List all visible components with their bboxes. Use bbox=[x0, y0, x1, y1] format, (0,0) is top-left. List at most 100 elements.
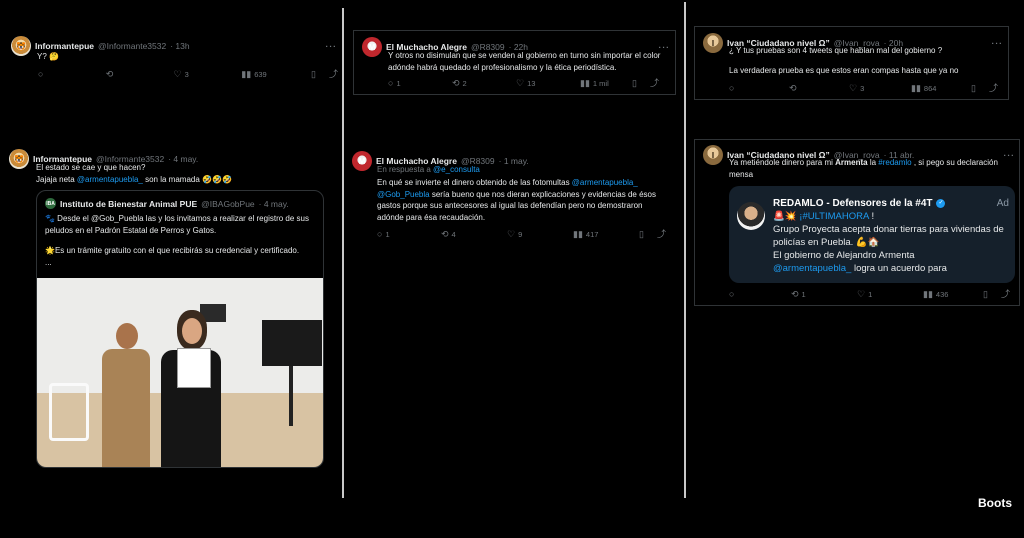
column-divider-left bbox=[342, 8, 344, 498]
ad-title[interactable]: REDAMLO - Defensores de la #4T bbox=[773, 198, 932, 209]
avatar[interactable]: 🐯 bbox=[11, 36, 31, 56]
bookmark-icon: ▯ bbox=[639, 229, 644, 239]
retweet-icon: ⟲ bbox=[791, 289, 799, 299]
reply-button[interactable]: ○ 1 bbox=[377, 230, 441, 240]
like-button[interactable]: ♡ 13 bbox=[516, 78, 580, 89]
verified-badge-icon: ✓ bbox=[936, 199, 946, 208]
ad-avatar[interactable] bbox=[737, 202, 765, 230]
heart-icon: ♡ bbox=[173, 69, 182, 79]
bookmark-icon: ▯ bbox=[311, 69, 316, 79]
bookmark-icon: ▯ bbox=[983, 289, 988, 299]
share-icon: ⤴ bbox=[989, 83, 999, 93]
views-button[interactable]: ▮▮ 1 mil bbox=[580, 78, 632, 89]
author-handle[interactable]: @IBAGobPue bbox=[201, 199, 255, 209]
views-button[interactable]: ▮▮ 639 bbox=[241, 69, 311, 80]
tweet-card[interactable]: M El Muchacho Alegre @R8309 · 1 may. En … bbox=[346, 143, 676, 247]
chart-icon: ▮▮ bbox=[923, 289, 933, 299]
tweet-time[interactable]: · 4 may. bbox=[259, 199, 289, 209]
hashtag-link[interactable]: #redamlo bbox=[878, 158, 911, 167]
person-woman bbox=[155, 310, 227, 467]
like-button[interactable]: ♡ 3 bbox=[849, 83, 911, 94]
reply-button[interactable]: ○ bbox=[729, 290, 791, 299]
retweet-button[interactable]: ⟲ 2 bbox=[452, 78, 516, 89]
share-icon: ⤴ bbox=[657, 229, 667, 239]
watermark-logo: Boots bbox=[978, 496, 1012, 510]
reply-button[interactable]: ○ 1 bbox=[388, 78, 452, 89]
avatar[interactable]: M bbox=[352, 151, 372, 171]
avatar[interactable]: 🐯 bbox=[9, 149, 29, 169]
reply-button[interactable]: ○ bbox=[729, 84, 789, 93]
retweet-button[interactable]: ⟲ bbox=[789, 84, 849, 93]
share-icon: ⤴ bbox=[1001, 289, 1011, 299]
tweet-text: ¿ Y tus pruebas son 4 tweets que hablan … bbox=[729, 46, 959, 75]
share-button[interactable]: ⤴ bbox=[989, 84, 998, 93]
avatar[interactable]: I bbox=[703, 145, 723, 165]
like-button[interactable]: ♡ 1 bbox=[857, 290, 923, 300]
chart-icon: ▮▮ bbox=[580, 78, 590, 88]
retweet-button[interactable]: ⟲ 1 bbox=[791, 289, 857, 300]
column-divider-right bbox=[684, 2, 686, 498]
chair bbox=[49, 383, 89, 441]
event-photo[interactable] bbox=[37, 278, 323, 467]
bookmark-icon: ▯ bbox=[971, 83, 976, 93]
tweet-text: Y otros no disimulan que se venden al go… bbox=[388, 51, 661, 72]
share-button[interactable]: ⤴ bbox=[329, 70, 338, 79]
chart-icon: ▮▮ bbox=[241, 69, 252, 79]
mention-link[interactable]: @Gob_Puebla bbox=[377, 190, 430, 199]
author-name[interactable]: Informantepue bbox=[35, 41, 94, 51]
quoted-tweet[interactable]: IBA Instituto de Bienestar Animal PUE @I… bbox=[36, 190, 324, 468]
chart-icon: ▮▮ bbox=[911, 83, 921, 93]
avatar[interactable]: M bbox=[362, 37, 382, 57]
avatar[interactable]: IBA bbox=[45, 198, 56, 209]
retweet-button[interactable]: ⟲ 4 bbox=[441, 230, 507, 240]
mention-link[interactable]: @armentapuebla_ bbox=[773, 263, 851, 274]
mention-link[interactable]: @armentapuebla_ bbox=[572, 178, 638, 187]
retweet-button[interactable]: ⟲ bbox=[106, 70, 174, 79]
heart-icon: ♡ bbox=[507, 229, 516, 239]
views-button[interactable]: ▮▮ 864 bbox=[911, 83, 971, 94]
bookmark-button[interactable]: ▯ bbox=[971, 84, 989, 93]
bookmark-button[interactable]: ▯ bbox=[632, 79, 650, 88]
reply-button[interactable]: ○ bbox=[38, 70, 106, 79]
bookmark-button[interactable]: ▯ bbox=[311, 70, 329, 79]
heart-icon: ♡ bbox=[516, 78, 525, 88]
reply-to-link[interactable]: @e_consulta bbox=[433, 165, 480, 174]
tweet-card[interactable]: 🐯 Informantepue @Informante3532 · 4 may.… bbox=[2, 143, 330, 473]
share-button[interactable]: ⤴ bbox=[1001, 290, 1010, 299]
tweet-card[interactable]: M El Muchacho Alegre @R8309 · 22h ··· Y … bbox=[353, 30, 676, 95]
views-button[interactable]: ▮▮ 417 bbox=[573, 229, 639, 240]
more-options-icon[interactable]: ··· bbox=[326, 41, 338, 51]
heart-icon: ♡ bbox=[849, 83, 858, 93]
hashtag-link[interactable]: ¡#ULTIMAHORA bbox=[799, 211, 869, 222]
tweet-text: En qué se invierte el dinero obtenido de… bbox=[377, 178, 656, 222]
retweet-icon: ⟲ bbox=[789, 83, 797, 93]
avatar[interactable]: I bbox=[703, 33, 723, 53]
reply-icon: ○ bbox=[729, 289, 735, 299]
tweet-time[interactable]: · 13h bbox=[170, 41, 189, 51]
promoted-ad-card[interactable]: REDAMLO - Defensores de la #4T ✓ Ad 🚨💥 ¡… bbox=[729, 186, 1015, 283]
tweet-time[interactable]: · 1 may. bbox=[499, 156, 529, 166]
bookmark-button[interactable]: ▯ bbox=[639, 230, 657, 239]
reply-context: En respuesta a @e_consulta bbox=[377, 165, 480, 174]
author-handle[interactable]: @Informante3532 bbox=[98, 41, 166, 51]
like-button[interactable]: ♡ 9 bbox=[507, 229, 573, 240]
tweet-text: Ya metiéndole dinero para mi Armenta la … bbox=[729, 158, 998, 179]
like-button[interactable]: ♡ 3 bbox=[173, 69, 242, 80]
share-button[interactable]: ⤴ bbox=[657, 230, 666, 239]
author-name[interactable]: Instituto de Bienestar Animal PUE bbox=[60, 199, 197, 209]
bookmark-button[interactable]: ▯ bbox=[983, 290, 1001, 299]
reply-icon: ○ bbox=[729, 83, 735, 93]
retweet-icon: ⟲ bbox=[452, 78, 460, 88]
tweet-card[interactable]: I Ivan “Ciudadano nivel Ω” @Ivan_rova · … bbox=[694, 139, 1020, 306]
mention-link[interactable]: @armentapuebla_ bbox=[77, 175, 143, 184]
tweet-card[interactable]: 🐯 Informantepue @Informante3532 · 13h ··… bbox=[2, 30, 340, 88]
chart-icon: ▮▮ bbox=[573, 229, 583, 239]
ad-text: 🚨💥 ¡#ULTIMAHORA ! Grupo Proyecta acepta … bbox=[773, 211, 1004, 274]
ad-label: Ad bbox=[996, 198, 1009, 209]
reply-icon: ○ bbox=[38, 69, 44, 79]
share-button[interactable]: ⤴ bbox=[650, 79, 659, 88]
reply-icon: ○ bbox=[388, 78, 394, 88]
tweet-card[interactable]: I Ivan “Ciudadano nivel Ω” @Ivan_rova · … bbox=[694, 26, 1009, 100]
views-button[interactable]: ▮▮ 436 bbox=[923, 289, 983, 300]
tv-screen bbox=[262, 320, 322, 366]
